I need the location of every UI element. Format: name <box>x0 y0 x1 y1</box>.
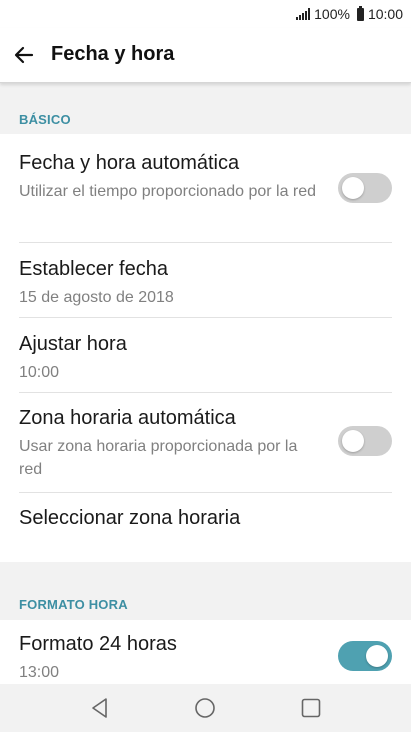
battery-icon <box>356 5 364 21</box>
setting-subtitle: Utilizar el tiempo proporcionado por la … <box>19 183 317 200</box>
toggle-knob <box>342 177 364 199</box>
toggle-knob <box>366 645 388 667</box>
setting-auto-date-time[interactable]: Fecha y hora automática Utilizar el tiem… <box>0 134 411 242</box>
setting-title: Establecer fecha <box>19 258 168 280</box>
status-bar: 100% 10:00 <box>0 0 411 28</box>
section-header-formato-hora: FORMATO HORA <box>0 587 411 619</box>
setting-auto-time-zone[interactable]: Zona horaria automática Usar zona horari… <box>0 393 411 491</box>
settings-group-basico: Fecha y hora automática Utilizar el tiem… <box>0 134 411 562</box>
section-header-basico: BÁSICO <box>0 102 411 134</box>
app-bar: Fecha y hora <box>0 28 411 83</box>
page-title: Fecha y hora <box>51 43 175 65</box>
setting-subtitle: 15 de agosto de 2018 <box>19 289 174 306</box>
setting-title: Seleccionar zona horaria <box>19 507 241 529</box>
section-label: FORMATO HORA <box>19 597 128 612</box>
toggle-knob <box>342 430 364 452</box>
setting-title: Zona horaria automática <box>19 407 236 429</box>
setting-subtitle: Usar zona horaria proporcionada por la r… <box>19 438 298 478</box>
recents-nav-icon[interactable] <box>299 696 323 720</box>
battery-percent: 100% <box>314 6 350 22</box>
home-nav-icon[interactable] <box>193 696 217 720</box>
setting-set-time[interactable]: Ajustar hora 10:00 <box>0 318 411 392</box>
setting-subtitle: 13:00 <box>19 664 60 681</box>
back-arrow-icon[interactable] <box>12 43 36 67</box>
settings-group-formato-hora: Formato 24 horas 13:00 <box>0 620 411 684</box>
setting-title: Ajustar hora <box>19 333 127 355</box>
auto-date-time-toggle[interactable] <box>338 173 392 203</box>
status-icons: 100% 10:00 <box>296 5 403 22</box>
setting-title: Formato 24 horas <box>19 633 177 655</box>
back-nav-icon[interactable] <box>88 696 112 720</box>
setting-subtitle: 10:00 <box>19 364 60 381</box>
signal-icon <box>296 8 311 20</box>
setting-title: Fecha y hora automática <box>19 152 240 174</box>
setting-select-time-zone[interactable]: Seleccionar zona horaria <box>0 493 411 562</box>
clock: 10:00 <box>367 6 403 22</box>
24-hour-format-toggle[interactable] <box>338 641 392 671</box>
section-label: BÁSICO <box>19 112 71 127</box>
setting-24-hour-format[interactable]: Formato 24 horas 13:00 <box>0 620 411 684</box>
auto-time-zone-toggle[interactable] <box>338 426 392 456</box>
setting-set-date[interactable]: Establecer fecha 15 de agosto de 2018 <box>0 243 411 317</box>
navigation-bar <box>0 684 411 732</box>
